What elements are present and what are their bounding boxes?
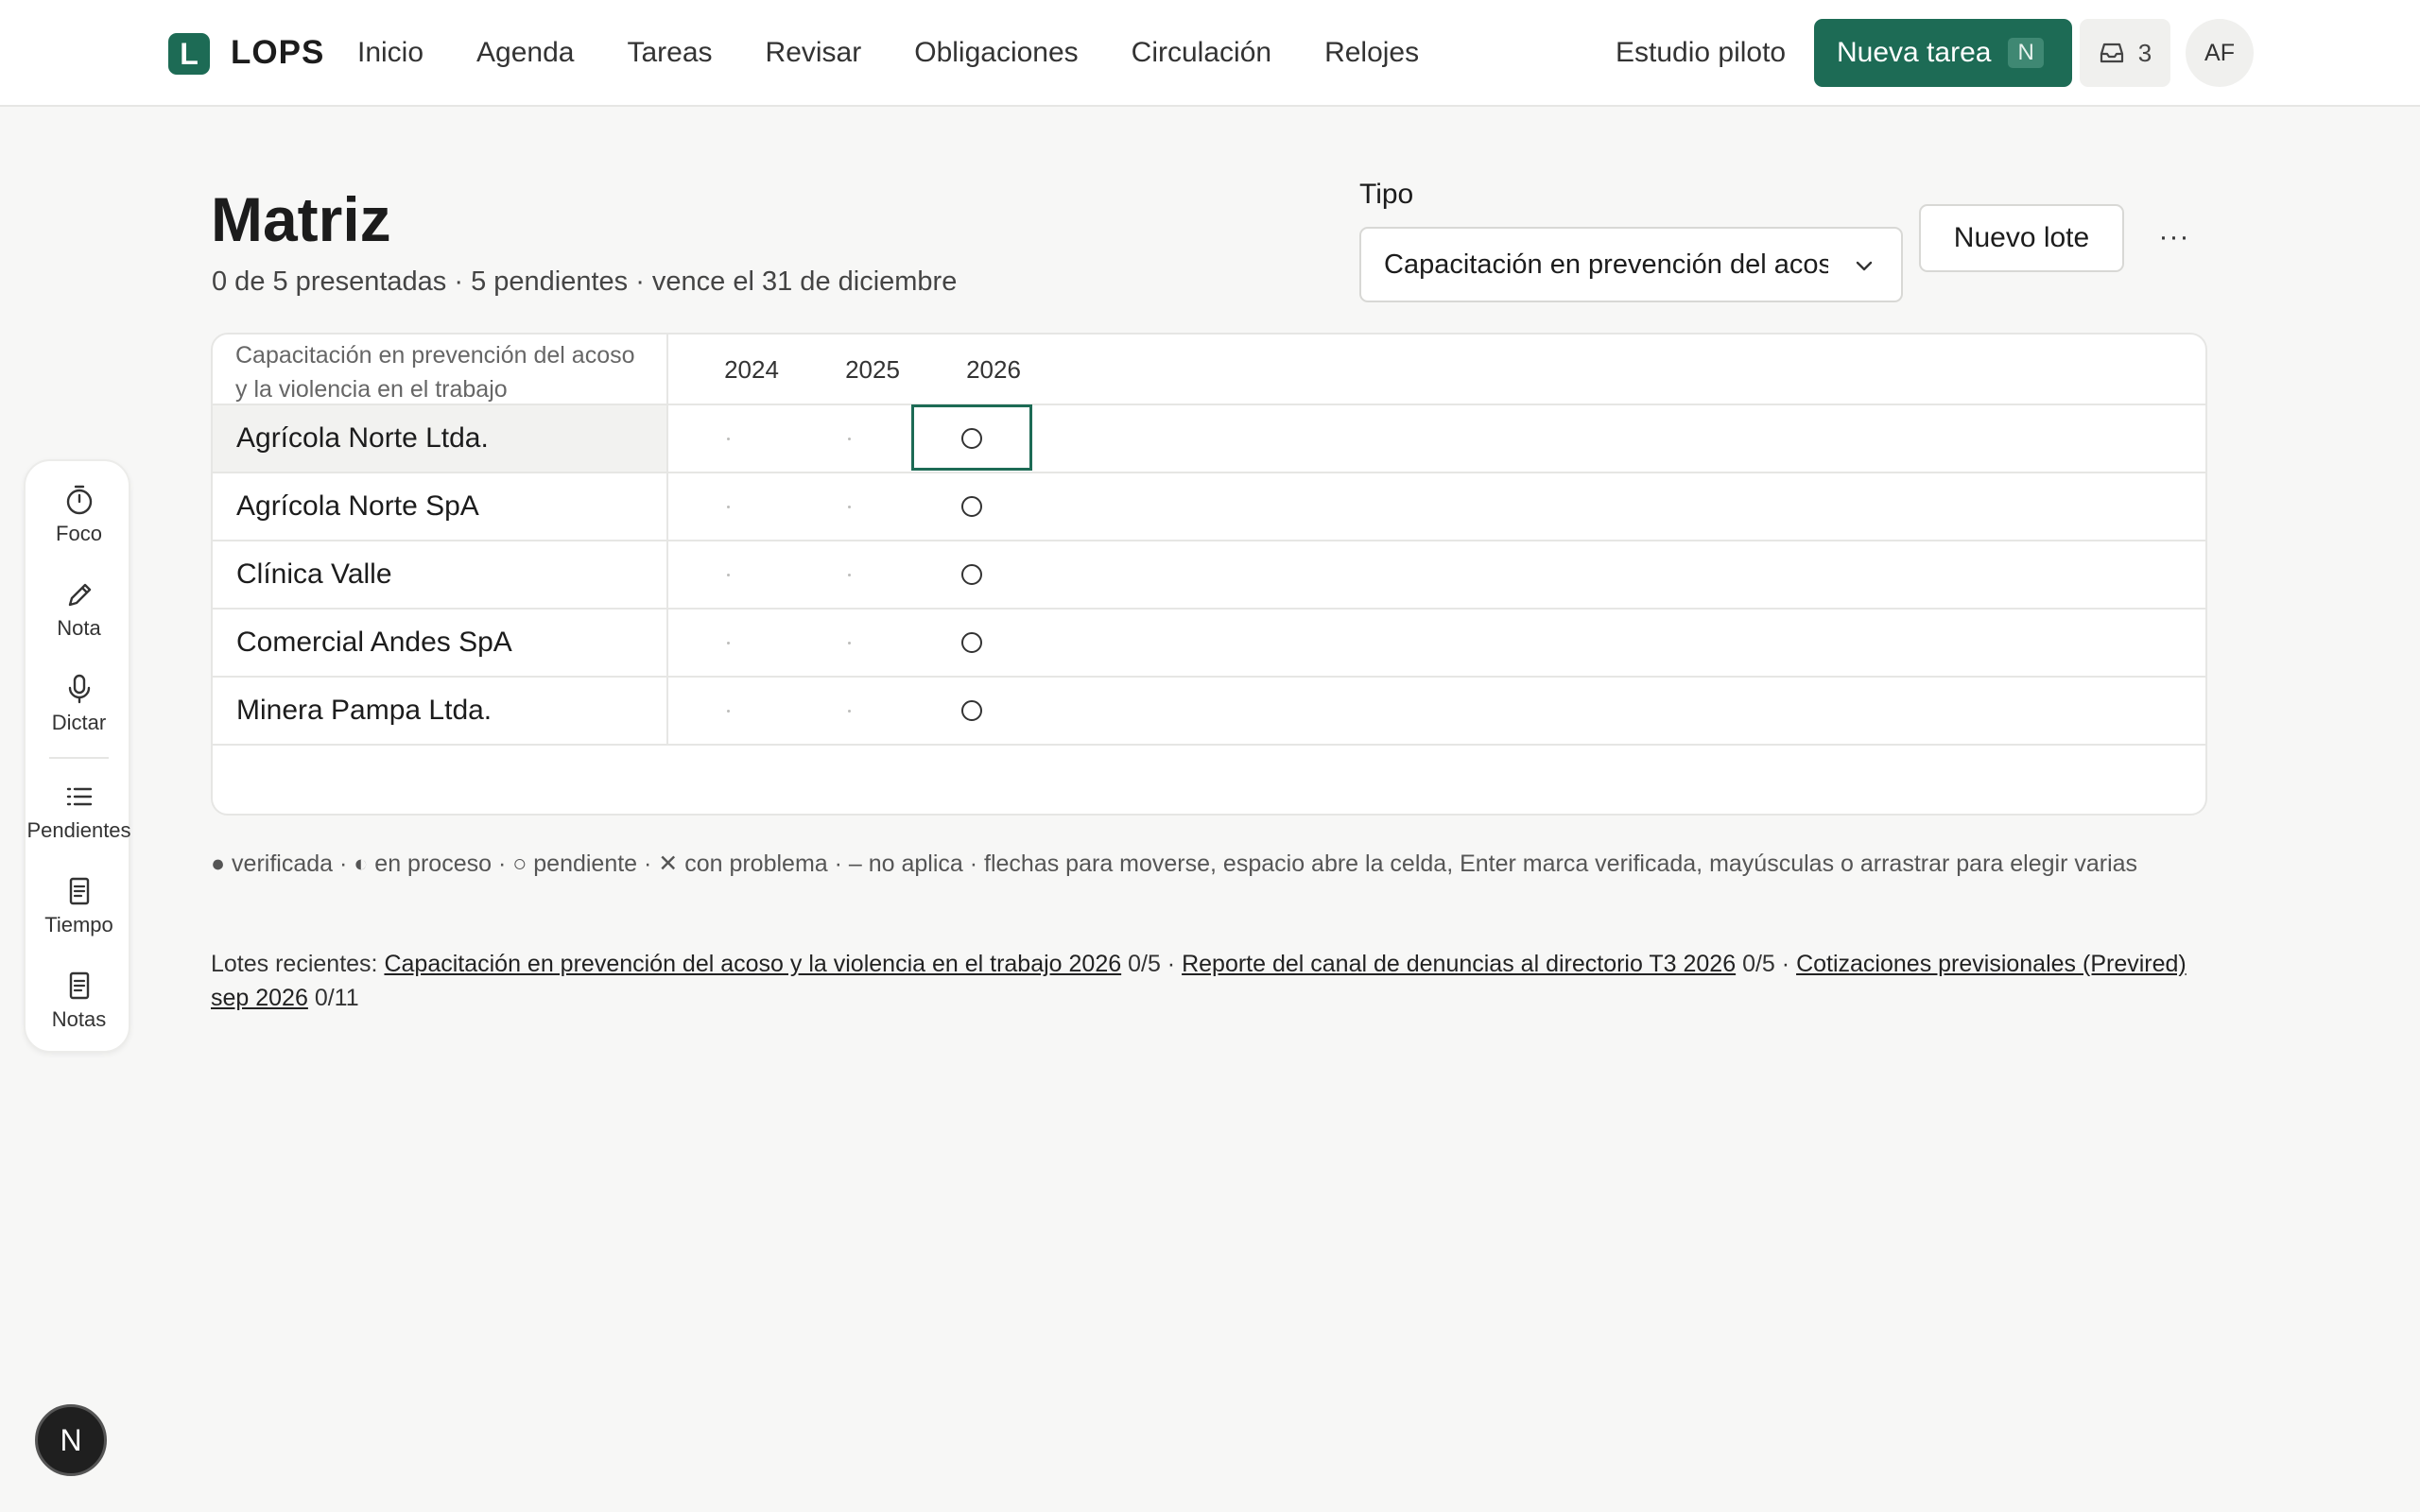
table-row: Comercial Andes SpA xyxy=(213,610,2205,678)
dock-note-label: Nota xyxy=(57,616,101,640)
user-avatar[interactable]: AF xyxy=(2186,19,2254,87)
cell-not-applicable[interactable] xyxy=(848,642,851,644)
dock-focus-label: Foco xyxy=(56,522,102,545)
nav-revisar[interactable]: Revisar xyxy=(766,32,862,74)
page-title: Matriz xyxy=(211,184,391,254)
nav-tareas[interactable]: Tareas xyxy=(627,32,712,74)
year-header-2025: 2025 xyxy=(845,355,900,384)
top-navigation-bar: L LOPS Inicio Agenda Tareas Revisar Obli… xyxy=(0,0,2420,107)
dock-notes[interactable]: Notas xyxy=(26,970,132,1032)
recent-batch-count: 0/5 xyxy=(1128,951,1161,977)
page-subtitle: 0 de 5 presentadas · 5 pendientes · venc… xyxy=(212,266,958,297)
cell-pending-icon[interactable] xyxy=(961,700,982,721)
table-row: Minera Pampa Ltda. xyxy=(213,678,2205,746)
main-nav: Inicio Agenda Tareas Revisar Obligacione… xyxy=(357,32,1472,74)
new-task-label: Nueva tarea xyxy=(1837,37,1992,68)
year-header-2024: 2024 xyxy=(724,355,779,384)
chevron-down-icon xyxy=(1856,261,1873,271)
dock-notes-label: Notas xyxy=(51,1007,107,1031)
more-options-icon[interactable]: ··· xyxy=(2155,221,2193,255)
type-select[interactable]: Capacitación en prevención del acoso y l… xyxy=(1359,227,1903,302)
row-company-name[interactable]: Comercial Andes SpA xyxy=(213,610,668,676)
row-company-name[interactable]: Minera Pampa Ltda. xyxy=(213,678,668,744)
inbox-icon xyxy=(2100,43,2123,63)
dock-dictate-label: Dictar xyxy=(51,711,107,734)
matrix-header-years: 2024 2025 2026 xyxy=(668,335,2205,405)
document-icon xyxy=(69,877,89,905)
type-select-value: Capacitación en prevención del acoso y l… xyxy=(1384,249,1828,280)
table-row: Agrícola Norte SpA xyxy=(213,473,2205,541)
recent-batches-label: Lotes recientes: xyxy=(211,951,378,977)
inbox-button[interactable]: 3 xyxy=(2080,19,2170,87)
recent-batch-link[interactable]: Capacitación en prevención del acoso y l… xyxy=(384,951,1121,977)
recent-batch-count: 0/5 xyxy=(1742,951,1775,977)
cell-pending-icon[interactable] xyxy=(961,496,982,517)
recent-batches: Lotes recientes: Capacitación en prevenc… xyxy=(211,951,2187,1011)
nav-obligaciones[interactable]: Obligaciones xyxy=(914,32,1078,74)
dock-time[interactable]: Tiempo xyxy=(26,875,132,937)
recent-batch-link[interactable]: Reporte del canal de denuncias al direct… xyxy=(1182,951,1736,977)
row-company-name[interactable]: Clínica Valle xyxy=(213,541,668,608)
cell-not-applicable[interactable] xyxy=(727,642,730,644)
new-task-shortcut: N xyxy=(2008,38,2044,68)
brand-name[interactable]: LOPS xyxy=(231,32,324,74)
dock-divider xyxy=(49,757,109,759)
inbox-count: 3 xyxy=(2137,38,2152,67)
cell-not-applicable[interactable] xyxy=(727,574,730,576)
dock-note[interactable]: Nota xyxy=(26,578,132,641)
notes-icon xyxy=(69,971,89,1000)
side-dock: Foco Nota Dictar Pendientes Tiempo Notas xyxy=(24,459,132,1053)
cell-not-applicable[interactable] xyxy=(848,574,851,576)
nav-circulacion[interactable]: Circulación xyxy=(1132,32,1271,74)
cell-not-applicable[interactable] xyxy=(727,438,730,440)
new-batch-button[interactable]: Nuevo lote xyxy=(1919,204,2124,272)
new-task-button[interactable]: Nueva tarea N xyxy=(1814,19,2072,87)
cell-not-applicable[interactable] xyxy=(727,710,730,713)
pencil-icon xyxy=(68,583,91,607)
nav-agenda[interactable]: Agenda xyxy=(476,32,574,74)
matrix-table: Capacitación en prevención del acoso y l… xyxy=(211,333,2207,816)
cell-not-applicable[interactable] xyxy=(848,438,851,440)
cell-not-applicable[interactable] xyxy=(848,710,851,713)
cell-pending-icon[interactable] xyxy=(961,564,982,585)
dock-pending[interactable]: Pendientes xyxy=(26,781,132,843)
year-header-2026: 2026 xyxy=(966,355,1021,384)
table-row: Clínica Valle xyxy=(213,541,2205,610)
dock-pending-label: Pendientes xyxy=(26,818,131,842)
cell-not-applicable[interactable] xyxy=(848,506,851,508)
focused-cell-outline xyxy=(911,404,1032,471)
type-filter-label: Tipo xyxy=(1359,179,1414,210)
cell-not-applicable[interactable] xyxy=(727,506,730,508)
dock-focus[interactable]: Foco xyxy=(26,484,132,546)
matrix-legend: ● verificada · ◐ en proceso · ○ pendient… xyxy=(211,850,2138,877)
matrix-header-type: Capacitación en prevención del acoso y l… xyxy=(213,335,668,405)
nav-relojes[interactable]: Relojes xyxy=(1324,32,1419,74)
table-row: Agrícola Norte Ltda. xyxy=(213,405,2205,473)
nav-inicio[interactable]: Inicio xyxy=(357,32,424,74)
timer-icon xyxy=(66,485,92,515)
row-company-name[interactable]: Agrícola Norte Ltda. xyxy=(213,405,668,472)
organization-switcher[interactable]: Estudio piloto xyxy=(1616,32,1786,74)
dev-tools-badge[interactable]: N xyxy=(35,1404,107,1476)
list-icon xyxy=(66,787,92,806)
cell-pending-icon[interactable] xyxy=(961,632,982,653)
dock-dictate[interactable]: Dictar xyxy=(26,673,132,735)
recent-batch-count: 0/11 xyxy=(314,985,359,1011)
dock-time-label: Tiempo xyxy=(44,913,113,936)
app-logo[interactable]: L xyxy=(168,33,210,75)
row-company-name[interactable]: Agrícola Norte SpA xyxy=(213,473,668,540)
microphone-icon xyxy=(68,674,90,704)
